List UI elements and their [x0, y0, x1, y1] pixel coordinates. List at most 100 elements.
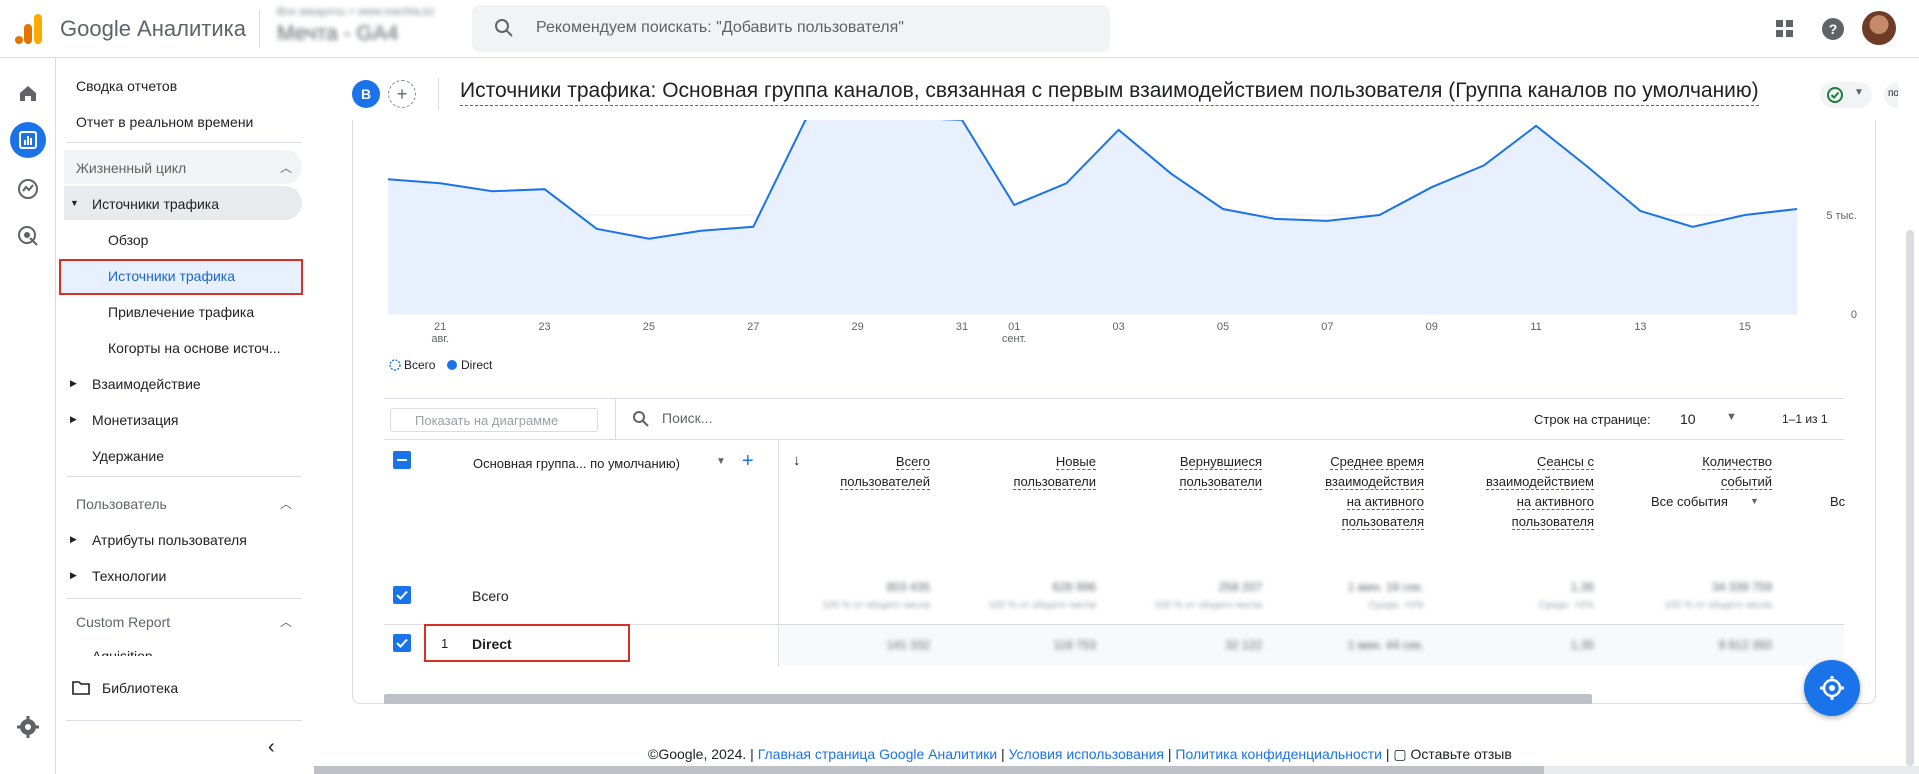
col-header-line: Новые — [1055, 454, 1096, 470]
expand-right-icon[interactable]: ▶ — [70, 534, 77, 545]
nav-user-section[interactable]: Пользователь — [76, 496, 167, 512]
nav-monetization[interactable]: Монетизация — [92, 412, 179, 428]
row-value: 9 812 350 — [1718, 638, 1772, 652]
divider — [66, 598, 302, 599]
legend-total[interactable]: Всего — [404, 358, 435, 372]
analytics-logo-icon[interactable] — [14, 12, 44, 46]
nav-lifecycle[interactable]: Жизненный цикл — [76, 160, 186, 176]
home-icon[interactable] — [13, 78, 43, 108]
footer-link-home[interactable]: Главная страница Google Аналитики — [758, 746, 997, 762]
svg-text:?: ? — [1829, 21, 1838, 37]
y-tick-label: 0 — [1851, 309, 1857, 321]
caret-down-icon[interactable]: ▼ — [1726, 411, 1737, 423]
divider — [66, 142, 302, 143]
col-header-event-count[interactable]: Количество событий — [1642, 452, 1772, 492]
events-filter-select[interactable]: Все события — [1651, 494, 1728, 509]
nav-realtime[interactable]: Отчет в реальном времени — [76, 114, 253, 130]
nav-library[interactable]: Библиотека — [102, 680, 178, 696]
col-header-line: на активного — [1516, 494, 1594, 510]
nav-summary[interactable]: Сводка отчетов — [76, 78, 177, 94]
plot-rows-button[interactable]: Показать на диаграмме — [390, 408, 598, 432]
expand-right-icon[interactable]: ▶ — [70, 378, 77, 389]
table-search-input[interactable]: Поиск... — [662, 410, 712, 426]
col-header-total-users[interactable]: Всего пользователей — [800, 452, 930, 492]
insights-gear-icon — [1820, 676, 1844, 700]
search-bar[interactable]: Рекомендуем поискать: "Добавить пользова… — [472, 5, 1110, 52]
nav-technology[interactable]: Технологии — [92, 568, 166, 584]
settings-gear-icon[interactable] — [13, 712, 43, 742]
chevron-up-icon[interactable]: ︿ — [280, 613, 292, 630]
x-tick-label: 01 — [1008, 321, 1020, 333]
footer-link-privacy[interactable]: Политика конфиденциальности — [1175, 746, 1382, 762]
col-header-engaged-sessions[interactable]: Сеансы с взаимодействием на активного польз… — [1464, 452, 1594, 532]
scrollbar-thumb[interactable] — [314, 766, 1544, 774]
expand-right-icon[interactable]: ▶ — [70, 570, 77, 581]
select-all-checkbox[interactable] — [393, 451, 411, 469]
chevron-up-icon[interactable]: ︿ — [280, 495, 292, 512]
nav-user-attributes[interactable]: Атрибуты пользователя — [92, 532, 247, 548]
avatar[interactable] — [1862, 11, 1896, 45]
horizontal-scrollbar[interactable] — [384, 694, 1592, 704]
total-subvalue: 100 % от общего числа — [988, 600, 1096, 611]
nav-acquisition[interactable]: Aquisition — [92, 648, 153, 656]
comparison-badge[interactable]: B — [352, 80, 380, 108]
nav-traffic-sources[interactable]: Источники трафика — [92, 196, 219, 212]
total-subvalue: Средн. +0% — [1368, 600, 1424, 611]
divider — [66, 720, 302, 721]
advertising-icon[interactable] — [13, 221, 43, 251]
total-row-label: Всего — [472, 588, 509, 604]
total-subvalue: 100 % от общего числа — [1154, 600, 1262, 611]
app-name: Google Аналитика — [60, 16, 246, 41]
nav-retention[interactable]: Удержание — [92, 448, 164, 464]
insights-button[interactable] — [1804, 660, 1860, 716]
nav-overview[interactable]: Обзор — [108, 232, 148, 248]
divider — [438, 78, 439, 110]
total-row-checkbox[interactable] — [393, 586, 411, 604]
footer-feedback[interactable]: Оставьте отзыв — [1411, 746, 1512, 762]
scrollbar-thumb[interactable] — [1906, 230, 1914, 766]
nav-engagement[interactable]: Взаимодействие — [92, 376, 201, 392]
x-tick-label: 13 — [1634, 321, 1646, 333]
col-header-avg-engagement[interactable]: Среднее время взаимодействия на активного п… — [1294, 452, 1424, 532]
col-header-line: Количество — [1702, 454, 1772, 470]
nav-custom-report[interactable]: Custom Report — [76, 614, 170, 630]
col-header-line: Сеансы с — [1537, 454, 1594, 470]
collapse-nav-icon[interactable]: ‹ — [268, 736, 275, 759]
add-comparison-icon[interactable]: + — [388, 80, 416, 108]
help-icon[interactable]: ? — [1818, 14, 1848, 44]
expand-down-icon[interactable]: ▼ — [70, 198, 79, 208]
total-value: 1 мин. 16 сек. — [1347, 580, 1424, 594]
row-value: 32 122 — [1225, 638, 1262, 652]
row-checkbox[interactable] — [393, 634, 411, 652]
add-dimension-icon[interactable]: + — [742, 450, 754, 473]
footer-link-terms[interactable]: Условия использования — [1009, 746, 1164, 762]
col-header-returning-users[interactable]: Вернувшиеся пользователи — [1132, 452, 1262, 492]
col-header-next-fragment[interactable]: Вс — [1830, 494, 1845, 509]
nav-traffic-acquisition[interactable]: Привлечение трафика — [108, 304, 254, 320]
caret-down-icon[interactable]: ▼ — [716, 456, 726, 467]
total-subvalue: 100 % от общего числа — [1664, 600, 1772, 611]
expand-right-icon[interactable]: ▶ — [70, 414, 77, 425]
dimension-header[interactable]: Основная группа... по умолчанию) — [473, 456, 680, 471]
divider — [259, 10, 260, 48]
x-tick-label: 21 — [434, 321, 446, 333]
account-path[interactable]: Все аккаунты > www.mechta.kz — [277, 6, 434, 18]
chevron-up-icon[interactable]: ︿ — [280, 159, 292, 176]
rows-per-page-select[interactable]: 10 — [1680, 411, 1696, 427]
col-header-new-users[interactable]: Новые пользователи — [966, 452, 1096, 492]
x-tick-sublabel: авг. — [431, 333, 449, 345]
reports-icon[interactable] — [10, 122, 46, 158]
x-tick-label: 07 — [1321, 321, 1333, 333]
explore-icon[interactable] — [13, 174, 43, 204]
total-value: 34 339 759 — [1711, 580, 1772, 594]
legend-direct[interactable]: Direct — [461, 358, 492, 372]
status-pill[interactable]: ▼ — [1820, 82, 1872, 108]
caret-down-icon[interactable]: ▼ — [1750, 496, 1759, 506]
col-header-line: взаимодействием — [1486, 474, 1594, 490]
row-value: 141 332 — [886, 638, 930, 652]
apps-grid-icon[interactable] — [1770, 14, 1800, 44]
account-selector[interactable]: Мечта - GA4 — [277, 22, 398, 46]
nav-cohorts[interactable]: Когорты на основе источ... — [108, 340, 281, 356]
caret-down-icon: ▼ — [1854, 87, 1864, 98]
row-value: 1 мин. 44 сек. — [1347, 638, 1424, 652]
